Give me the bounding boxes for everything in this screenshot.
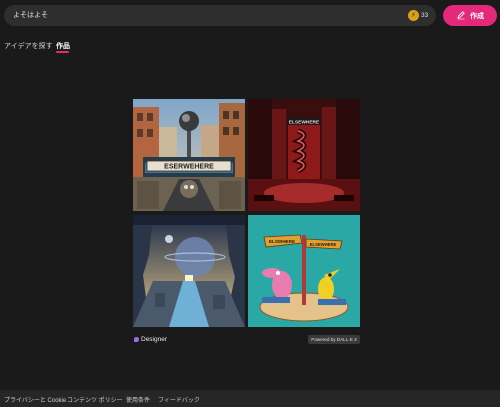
boost-count: 33 bbox=[421, 12, 429, 19]
footer-link-privacy[interactable]: プライバシーと Cookie bbox=[4, 395, 66, 404]
image-street-sphere: ESERWEHERE bbox=[133, 99, 245, 211]
prompt-text[interactable]: よそはよそ bbox=[13, 10, 48, 20]
sign-text-2: ELSEWHERE bbox=[289, 120, 320, 126]
prompt-input[interactable]: よそはよそ ⚡ 33 bbox=[4, 5, 436, 26]
footer-link-feedback[interactable]: フィードバック bbox=[158, 395, 200, 404]
gallery-image-1[interactable]: ESERWEHERE bbox=[133, 99, 245, 211]
top-bar: よそはよそ ⚡ 33 作成 bbox=[0, 0, 500, 32]
tab-my-creations[interactable]: 作品 bbox=[56, 41, 70, 51]
coin-icon: ⚡ bbox=[408, 10, 419, 21]
pen-icon bbox=[457, 11, 465, 20]
footer: プライバシーと Cookie コンテンツ ポリシー 使用条件 フィードバック bbox=[0, 390, 500, 407]
footer-link-content-policy[interactable]: コンテンツ ポリシー bbox=[67, 395, 123, 404]
powered-by-badge: Powered by DALL·E 3 bbox=[308, 335, 360, 344]
active-tab-indicator bbox=[56, 51, 69, 53]
gallery-image-4[interactable]: ELSWHERE ELSEWHERE bbox=[248, 215, 360, 327]
create-button-label: 作成 bbox=[470, 13, 484, 20]
image-cave-planet bbox=[133, 215, 245, 327]
image-red-city-spiral: ELSEWHERE bbox=[248, 99, 360, 211]
sign-text-4b: ELSEWHERE bbox=[310, 242, 337, 247]
gallery-image-2[interactable]: ELSEWHERE bbox=[248, 99, 360, 211]
tab-explore-ideas[interactable]: アイデアを探す bbox=[4, 41, 53, 51]
sign-text-4a: ELSWHERE bbox=[269, 239, 295, 244]
sign-text-1: ESERWEHERE bbox=[164, 164, 214, 171]
image-cartoon-signpost: ELSWHERE ELSEWHERE bbox=[248, 215, 360, 327]
designer-label: Designer bbox=[141, 336, 168, 343]
designer-icon bbox=[134, 337, 139, 342]
footer-link-terms[interactable]: 使用条件 bbox=[126, 395, 150, 404]
gallery-image-3[interactable] bbox=[133, 215, 245, 327]
create-button[interactable]: 作成 bbox=[443, 5, 497, 26]
